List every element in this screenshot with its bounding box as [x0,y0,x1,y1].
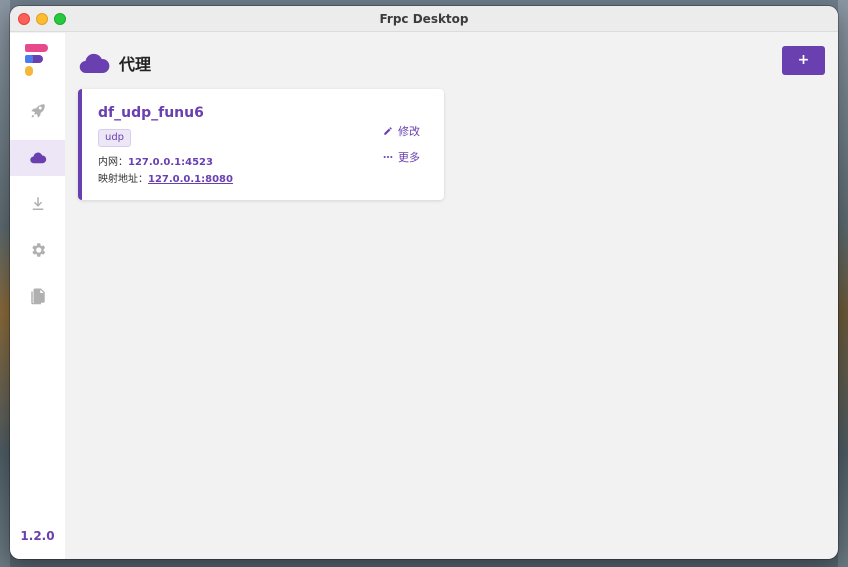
mapped-address-link[interactable]: 127.0.0.1:8080 [148,174,233,185]
mapped-address-label: 映射地址： [98,174,148,185]
window-title: Frpc Desktop [379,12,469,26]
app-window: Frpc Desktop 1.2.0 代理 + df_udp_funu6 udp… [10,6,838,559]
local-address-row: 内网：127.0.0.1:4523 [98,153,213,168]
add-proxy-button[interactable]: + [782,46,825,75]
download-icon [32,197,43,210]
cloud-icon [79,53,110,74]
more-actions-label: 更多 [398,151,420,164]
proxy-type-badge: udp [98,129,132,147]
title-bar[interactable]: Frpc Desktop [10,6,838,32]
mapped-address-row: 映射地址：127.0.0.1:8080 [98,170,233,185]
desktop-background-right [838,0,848,567]
page-header: 代理 [79,48,151,78]
more-actions-button[interactable]: 更多 [383,149,420,165]
rocket-icon [30,104,45,118]
desktop-background-left [0,0,10,567]
sidebar-item-download[interactable] [10,186,65,222]
ellipsis-icon [383,155,393,159]
sidebar-item-proxy[interactable] [10,140,65,176]
app-version: 1.2.0 [20,529,55,543]
gear-icon [31,243,45,257]
sidebar-item-logs[interactable] [10,278,65,314]
proxy-card: df_udp_funu6 udp 内网：127.0.0.1:4523 映射地址：… [78,89,444,200]
sidebar-item-settings[interactable] [10,232,65,268]
pencil-icon [384,127,392,135]
local-address-label: 内网： [98,157,128,168]
app-logo-icon [25,44,48,76]
cloud-icon [29,152,46,164]
document-icon [30,288,45,305]
main-content: 代理 + df_udp_funu6 udp 内网：127.0.0.1:4523 … [65,33,838,559]
edit-proxy-button[interactable]: 修改 [383,123,420,139]
proxy-name: df_udp_funu6 [98,105,204,121]
sidebar-item-home[interactable] [10,93,65,129]
page-title: 代理 [119,55,152,74]
sidebar: 1.2.0 [10,33,65,559]
local-address-value: 127.0.0.1:4523 [128,157,213,168]
edit-proxy-label: 修改 [398,125,420,138]
